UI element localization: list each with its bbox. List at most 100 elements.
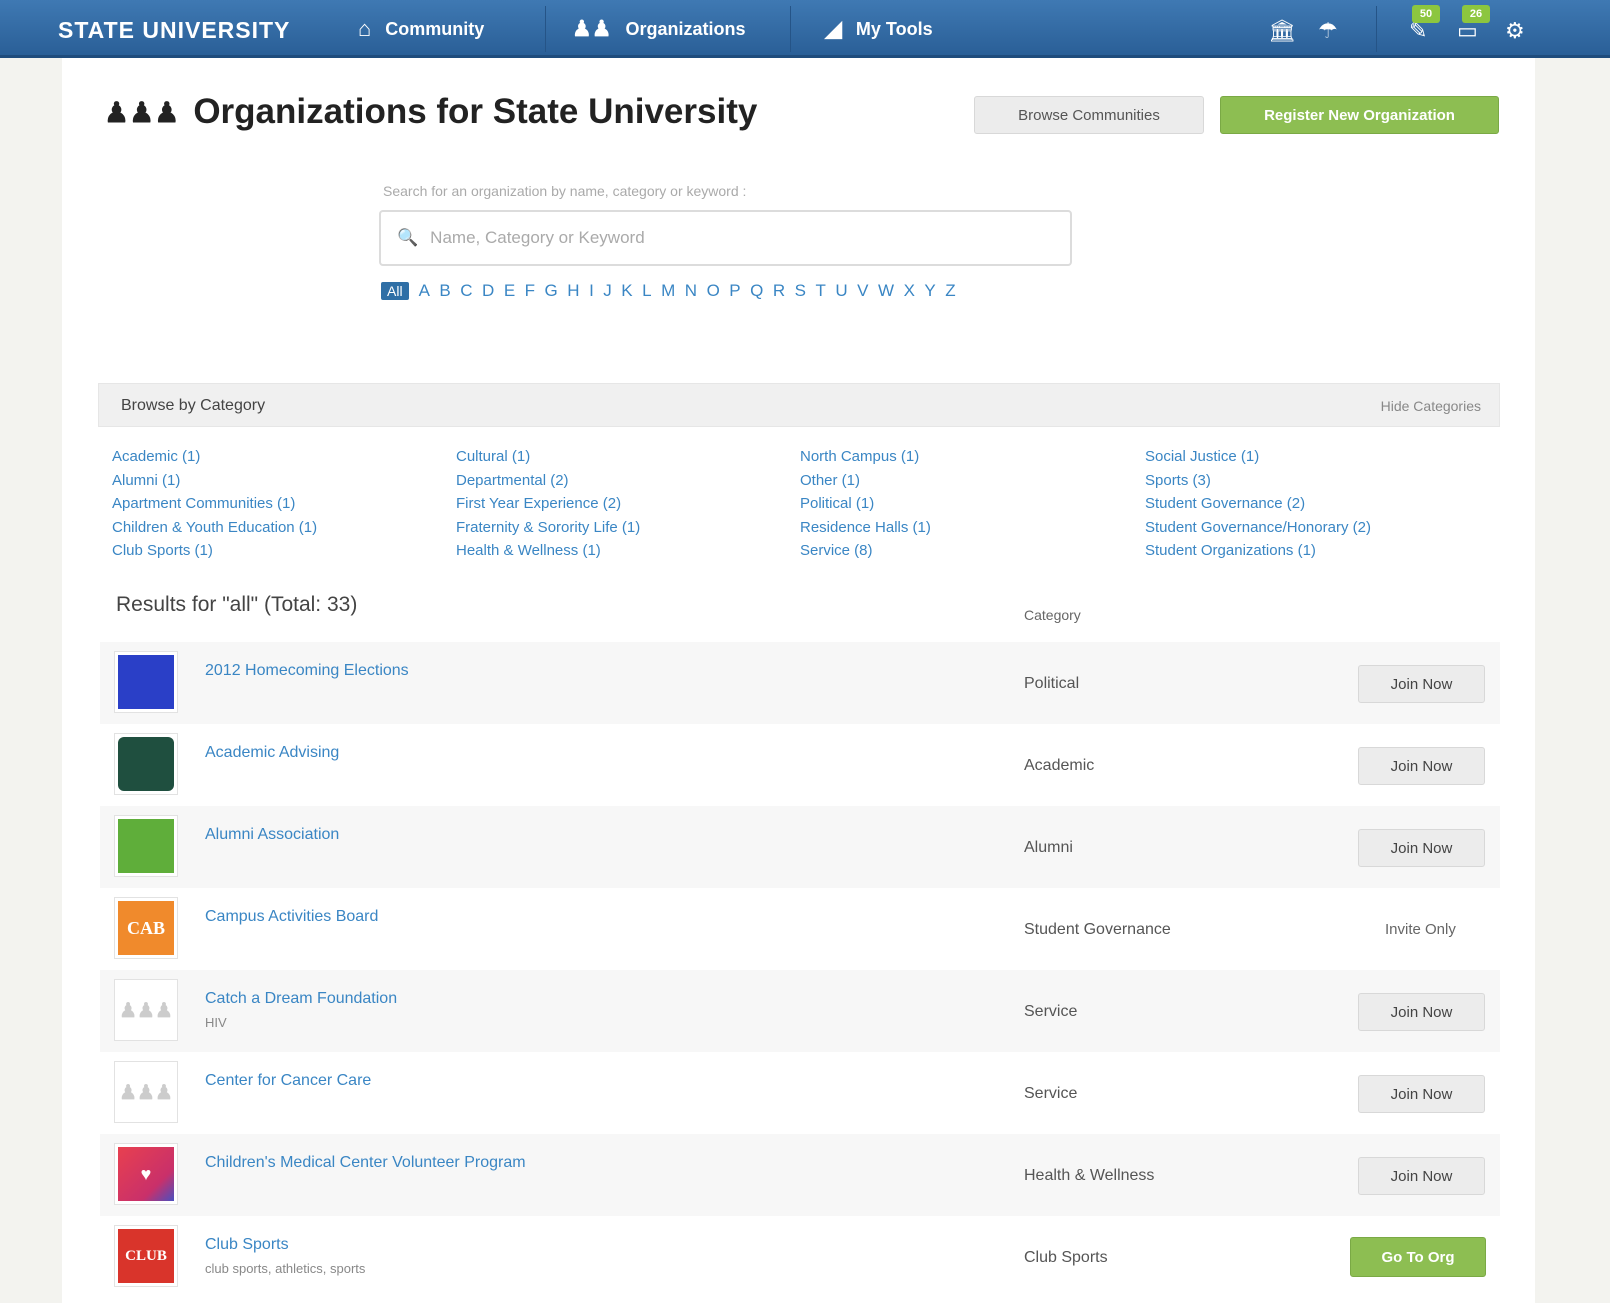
org-logo[interactable]: ♟♟♟	[114, 1061, 178, 1123]
letter-filter[interactable]: F	[525, 281, 535, 301]
org-category: Service	[1024, 1085, 1078, 1102]
letter-filter[interactable]: L	[642, 281, 651, 301]
brand-logo[interactable]: STATE UNIVERSITY	[58, 17, 290, 44]
join-now-button[interactable]: Join Now	[1358, 1075, 1485, 1113]
notification-badge: 50	[1412, 5, 1440, 23]
nav-item-label: Organizations	[625, 18, 746, 39]
letter-filter[interactable]: O	[707, 281, 720, 301]
search-input[interactable]	[430, 228, 1031, 248]
letter-filter[interactable]: W	[878, 281, 894, 301]
category-link[interactable]: Political (1)	[800, 492, 931, 516]
letter-filter[interactable]: C	[460, 281, 472, 301]
org-logo[interactable]	[114, 815, 178, 877]
nav-item-community[interactable]: ⌂ Community	[358, 0, 484, 58]
table-row: Alumni Association Alumni Join Now	[100, 806, 1500, 888]
category-link[interactable]: Children & Youth Education (1)	[112, 516, 317, 540]
category-link[interactable]: First Year Experience (2)	[456, 492, 640, 516]
organizations-icon: ♟♟♟	[104, 96, 180, 128]
letter-filter[interactable]: V	[857, 281, 868, 301]
join-now-button[interactable]: Join Now	[1358, 1157, 1485, 1195]
category-column: North Campus (1) Other (1) Political (1)…	[800, 445, 931, 563]
org-logo[interactable]: CAB	[114, 897, 178, 959]
category-link[interactable]: Fraternity & Sorority Life (1)	[456, 516, 640, 540]
letter-filter[interactable]: M	[661, 281, 675, 301]
letter-filter[interactable]: I	[589, 281, 594, 301]
letter-filter[interactable]: E	[504, 281, 515, 301]
letter-filter[interactable]: Y	[924, 281, 935, 301]
settings-icon[interactable]: ⚙	[1505, 18, 1525, 44]
join-now-button[interactable]: Join Now	[1358, 829, 1485, 867]
category-link[interactable]: Student Governance/Honorary (2)	[1145, 516, 1371, 540]
browse-category-bar: Browse by Category Hide Categories	[98, 383, 1500, 427]
org-logo[interactable]: CLUB	[114, 1225, 178, 1287]
org-category: Service	[1024, 1003, 1078, 1020]
invite-only-label: Invite Only	[1385, 921, 1456, 938]
letter-filter[interactable]: J	[603, 281, 612, 301]
hide-categories-link[interactable]: Hide Categories	[1381, 398, 1481, 414]
category-column: Social Justice (1) Sports (3) Student Go…	[1145, 445, 1371, 563]
letter-filter[interactable]: U	[835, 281, 847, 301]
org-name-link[interactable]: Catch a Dream Foundation	[205, 990, 397, 1008]
category-link[interactable]: Academic (1)	[112, 445, 317, 469]
org-logo[interactable]	[114, 651, 178, 713]
join-now-button[interactable]: Join Now	[1358, 747, 1485, 785]
letter-filter[interactable]: P	[729, 281, 740, 301]
message-badge: 26	[1462, 5, 1490, 23]
org-logo-image: CLUB	[118, 1229, 174, 1283]
category-link[interactable]: Student Governance (2)	[1145, 492, 1371, 516]
nav-item-organizations[interactable]: ♟♟ Organizations	[572, 0, 745, 58]
org-name-link[interactable]: 2012 Homecoming Elections	[205, 662, 409, 680]
category-link[interactable]: Other (1)	[800, 469, 931, 493]
search-field[interactable]: 🔍	[379, 210, 1072, 266]
table-row: ♟♟♟ Catch a Dream Foundation HIV Service…	[100, 970, 1500, 1052]
letter-filter[interactable]: R	[773, 281, 785, 301]
letter-filter[interactable]: X	[904, 281, 915, 301]
letter-filter[interactable]: A	[419, 281, 430, 301]
institution-icon[interactable]: 🏛	[1268, 18, 1296, 44]
register-organization-button[interactable]: Register New Organization	[1220, 96, 1499, 134]
letter-filter[interactable]: N	[685, 281, 697, 301]
org-name-link[interactable]: Club Sports	[205, 1236, 289, 1254]
letter-filter[interactable]: Q	[750, 281, 763, 301]
browse-communities-button[interactable]: Browse Communities	[974, 96, 1204, 134]
umbrella-icon[interactable]: ☂	[1318, 18, 1338, 44]
letter-filter[interactable]: G	[545, 281, 558, 301]
category-link[interactable]: Club Sports (1)	[112, 539, 317, 563]
category-link[interactable]: Departmental (2)	[456, 469, 640, 493]
category-link[interactable]: Social Justice (1)	[1145, 445, 1371, 469]
letter-filter[interactable]: B	[439, 281, 450, 301]
go-to-org-button[interactable]: Go To Org	[1350, 1237, 1486, 1277]
letter-filter[interactable]: K	[621, 281, 632, 301]
category-link[interactable]: Alumni (1)	[112, 469, 317, 493]
org-name-link[interactable]: Alumni Association	[205, 826, 339, 844]
letter-filter-all[interactable]: All	[381, 282, 409, 300]
org-name-link[interactable]: Center for Cancer Care	[205, 1072, 371, 1090]
table-row: Academic Advising Academic Join Now	[100, 724, 1500, 806]
org-name-link[interactable]: Children's Medical Center Volunteer Prog…	[205, 1154, 526, 1172]
category-link[interactable]: Student Organizations (1)	[1145, 539, 1371, 563]
nav-item-label: My Tools	[855, 18, 933, 39]
join-now-button[interactable]: Join Now	[1358, 665, 1485, 703]
org-category: Academic	[1024, 757, 1095, 774]
category-link[interactable]: Residence Halls (1)	[800, 516, 931, 540]
nav-item-my-tools[interactable]: ◢ My Tools	[825, 0, 933, 58]
results-title: Results for "all" (Total: 33)	[116, 593, 358, 616]
letter-filter[interactable]: S	[795, 281, 806, 301]
category-link[interactable]: Sports (3)	[1145, 469, 1371, 493]
category-link[interactable]: North Campus (1)	[800, 445, 931, 469]
org-logo[interactable]	[114, 733, 178, 795]
join-now-button[interactable]: Join Now	[1358, 993, 1485, 1031]
category-link[interactable]: Apartment Communities (1)	[112, 492, 317, 516]
category-link[interactable]: Service (8)	[800, 539, 931, 563]
category-link[interactable]: Health & Wellness (1)	[456, 539, 640, 563]
letter-filter[interactable]: D	[482, 281, 494, 301]
org-logo[interactable]: ♥	[114, 1143, 178, 1205]
category-link[interactable]: Cultural (1)	[456, 445, 640, 469]
org-name-link[interactable]: Campus Activities Board	[205, 908, 378, 926]
org-logo[interactable]: ♟♟♟	[114, 979, 178, 1041]
letter-filter[interactable]: H	[567, 281, 579, 301]
letter-filter[interactable]: T	[816, 281, 826, 301]
letter-filter[interactable]: Z	[945, 281, 955, 301]
nav-item-label: Community	[385, 18, 485, 39]
org-name-link[interactable]: Academic Advising	[205, 744, 339, 762]
